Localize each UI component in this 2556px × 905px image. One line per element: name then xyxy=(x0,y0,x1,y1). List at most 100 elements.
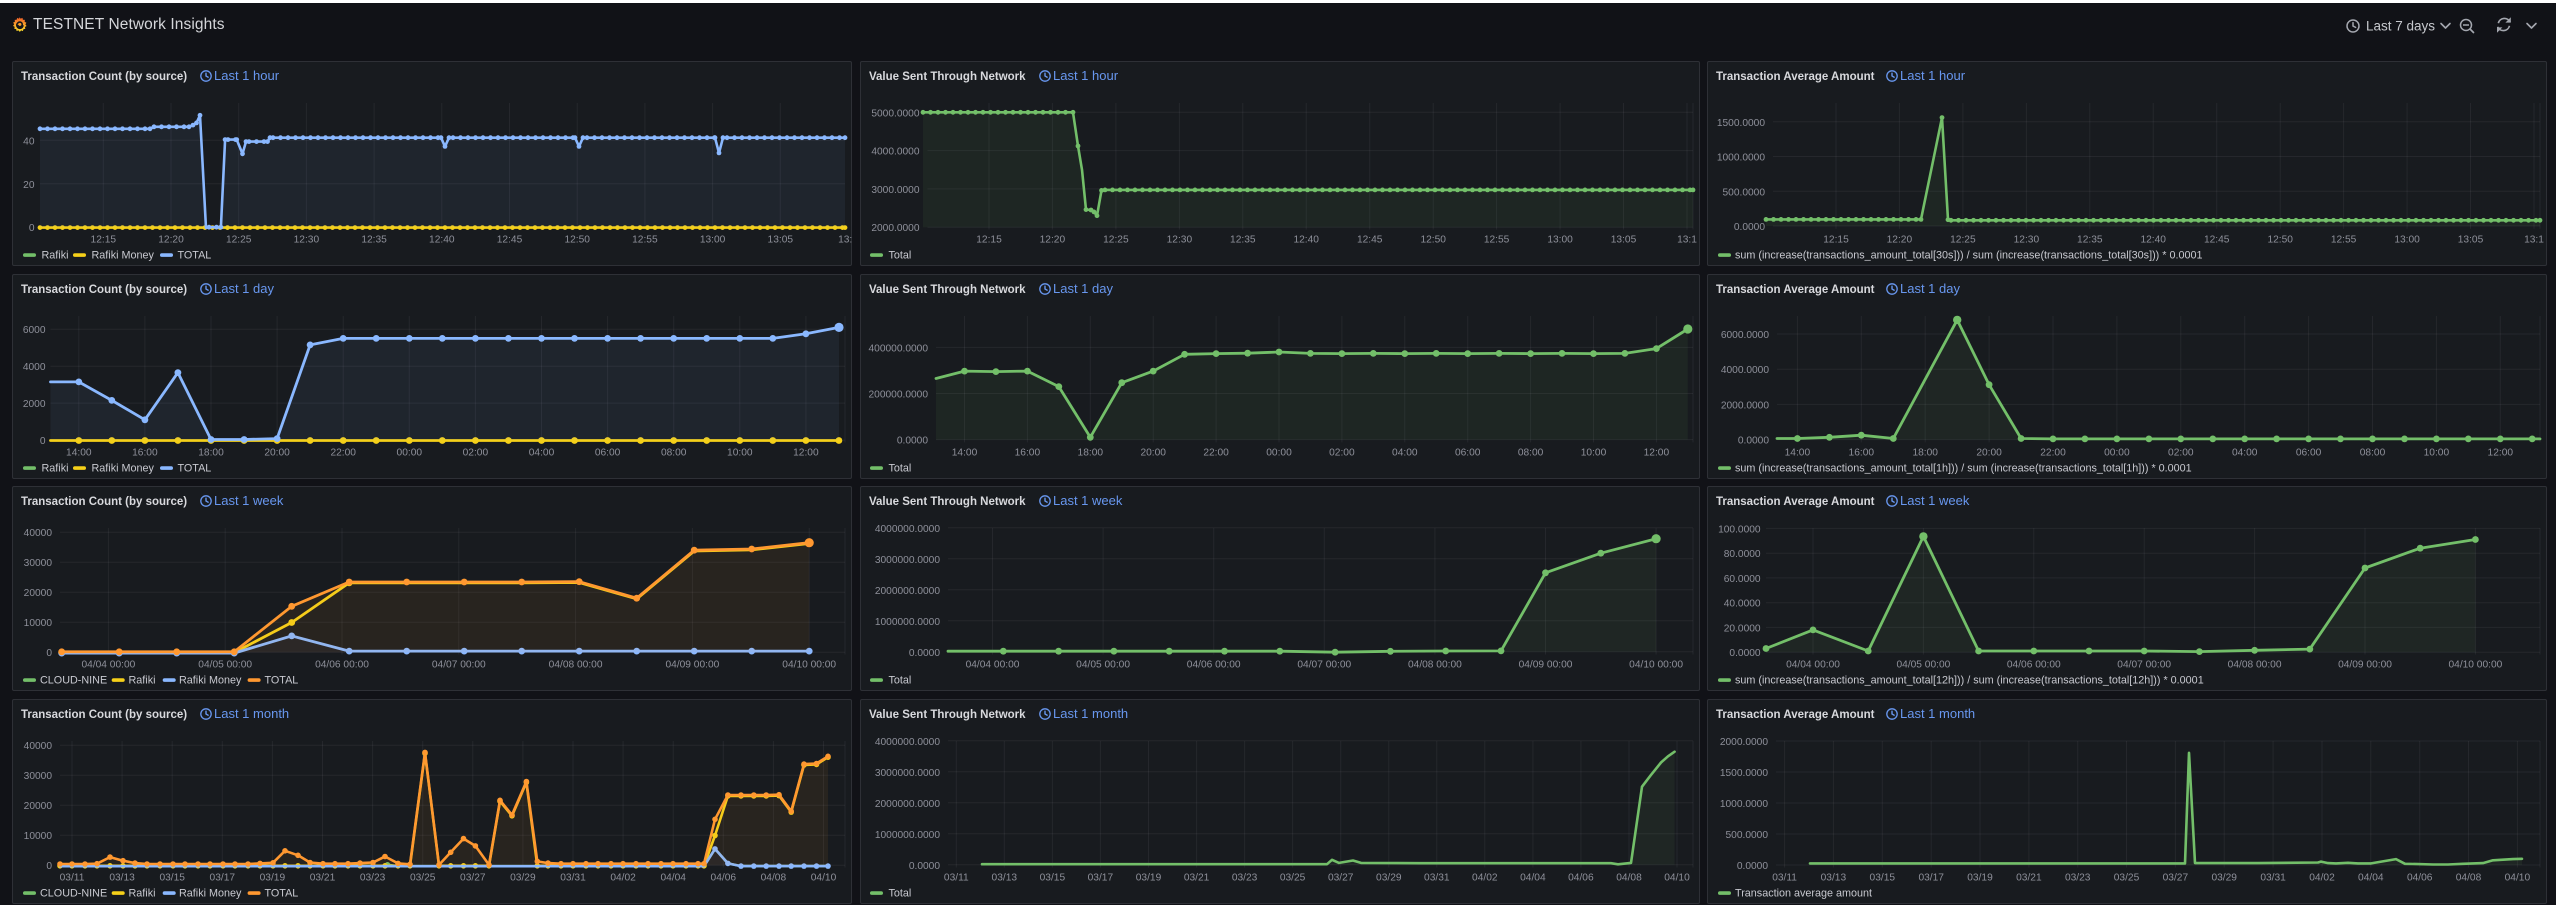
svg-text:04/10 00:00: 04/10 00:00 xyxy=(2448,660,2502,671)
svg-text:03/11: 03/11 xyxy=(60,873,85,884)
svg-text:22:00: 22:00 xyxy=(330,448,356,459)
svg-text:1500.0000: 1500.0000 xyxy=(1720,768,1768,779)
svg-text:04/08 00:00: 04/08 00:00 xyxy=(1408,660,1462,671)
svg-text:40000: 40000 xyxy=(24,528,53,539)
svg-text:04/06 00:00: 04/06 00:00 xyxy=(1187,660,1241,671)
svg-text:03/23: 03/23 xyxy=(2065,873,2091,884)
svg-text:Last 1 week: Last 1 week xyxy=(214,493,284,508)
svg-text:03/29: 03/29 xyxy=(1376,873,1402,884)
svg-text:Total: Total xyxy=(889,462,912,474)
svg-text:500.0000: 500.0000 xyxy=(1726,830,1769,841)
svg-text:03/17: 03/17 xyxy=(1918,873,1944,884)
svg-text:14:00: 14:00 xyxy=(1785,448,1811,459)
svg-text:200000.0000: 200000.0000 xyxy=(869,390,929,401)
svg-text:0: 0 xyxy=(29,223,35,234)
svg-text:400000.0000: 400000.0000 xyxy=(869,343,929,354)
svg-text:Value Sent Through Network: Value Sent Through Network xyxy=(869,496,1026,508)
svg-text:04/10 00:00: 04/10 00:00 xyxy=(1629,660,1683,671)
svg-text:03/17: 03/17 xyxy=(1088,873,1114,884)
svg-text:03/21: 03/21 xyxy=(310,873,336,884)
svg-text:3000000.0000: 3000000.0000 xyxy=(875,555,940,566)
svg-text:03/11: 03/11 xyxy=(1772,873,1797,884)
svg-text:03/15: 03/15 xyxy=(159,873,185,884)
svg-text:12:45: 12:45 xyxy=(2204,235,2230,246)
svg-text:Rafiki: Rafiki xyxy=(42,462,69,474)
svg-text:sum (increase(transactions_amo: sum (increase(transactions_amount_total[… xyxy=(1735,462,2192,474)
svg-text:3000.0000: 3000.0000 xyxy=(871,185,919,196)
svg-text:20:00: 20:00 xyxy=(264,448,290,459)
svg-text:4000000.0000: 4000000.0000 xyxy=(875,737,940,748)
svg-text:Transaction average amount: Transaction average amount xyxy=(1735,887,1872,899)
svg-text:Last 1 week: Last 1 week xyxy=(1053,493,1123,508)
svg-text:04/05 00:00: 04/05 00:00 xyxy=(198,660,252,671)
svg-text:12:00: 12:00 xyxy=(793,448,819,459)
svg-text:04/10 00:00: 04/10 00:00 xyxy=(782,660,836,671)
svg-text:04:00: 04:00 xyxy=(2232,448,2258,459)
svg-text:06:00: 06:00 xyxy=(1455,448,1481,459)
svg-text:03/31: 03/31 xyxy=(2260,873,2286,884)
svg-text:02:00: 02:00 xyxy=(2168,448,2194,459)
svg-text:0.0000: 0.0000 xyxy=(909,861,940,872)
svg-text:04/06: 04/06 xyxy=(1568,873,1594,884)
svg-text:04/09 00:00: 04/09 00:00 xyxy=(1519,660,1573,671)
svg-text:02:00: 02:00 xyxy=(1329,448,1355,459)
svg-text:12:15: 12:15 xyxy=(91,235,117,246)
svg-text:13:05: 13:05 xyxy=(768,235,794,246)
svg-text:12:15: 12:15 xyxy=(976,235,1002,246)
svg-text:04/04 00:00: 04/04 00:00 xyxy=(1786,660,1840,671)
svg-text:12:45: 12:45 xyxy=(497,235,523,246)
svg-text:TOTAL: TOTAL xyxy=(178,249,212,261)
svg-text:Transaction Average Amount: Transaction Average Amount xyxy=(1716,496,1875,508)
svg-text:12:55: 12:55 xyxy=(632,235,658,246)
svg-text:Last 1 day: Last 1 day xyxy=(1053,281,1113,296)
svg-text:13:05: 13:05 xyxy=(1611,235,1637,246)
svg-text:03/29: 03/29 xyxy=(510,873,536,884)
svg-text:03/27: 03/27 xyxy=(2163,873,2189,884)
svg-text:04/04: 04/04 xyxy=(660,873,686,884)
svg-text:12:35: 12:35 xyxy=(361,235,387,246)
svg-text:03/15: 03/15 xyxy=(1870,873,1896,884)
svg-text:08:00: 08:00 xyxy=(1518,448,1544,459)
svg-text:20.0000: 20.0000 xyxy=(1724,623,1761,634)
svg-text:10:00: 10:00 xyxy=(2424,448,2450,459)
svg-text:0.0000: 0.0000 xyxy=(1737,861,1768,872)
svg-text:03/13: 03/13 xyxy=(992,873,1018,884)
svg-text:0.0000: 0.0000 xyxy=(1729,648,1760,659)
svg-text:08:00: 08:00 xyxy=(2360,448,2386,459)
svg-text:0.0000: 0.0000 xyxy=(1738,436,1769,447)
svg-text:Transaction Count (by source): Transaction Count (by source) xyxy=(21,284,187,296)
svg-text:12:20: 12:20 xyxy=(1040,235,1066,246)
svg-text:Value Sent Through Network: Value Sent Through Network xyxy=(869,71,1026,83)
svg-text:04/08: 04/08 xyxy=(761,873,787,884)
svg-text:13:00: 13:00 xyxy=(1547,235,1573,246)
svg-text:12:20: 12:20 xyxy=(1887,235,1913,246)
svg-text:12:25: 12:25 xyxy=(226,235,252,246)
svg-text:Rafiki Money: Rafiki Money xyxy=(92,249,155,261)
svg-text:03/19: 03/19 xyxy=(1136,873,1162,884)
svg-text:04/06 00:00: 04/06 00:00 xyxy=(2007,660,2061,671)
svg-text:12:40: 12:40 xyxy=(2140,235,2166,246)
svg-text:CLOUD-NINE: CLOUD-NINE xyxy=(40,887,107,899)
svg-text:30000: 30000 xyxy=(24,771,53,782)
svg-text:0.0000: 0.0000 xyxy=(1734,222,1765,233)
svg-text:13:1: 13:1 xyxy=(838,235,853,246)
svg-text:4000.0000: 4000.0000 xyxy=(871,147,919,158)
svg-text:06:00: 06:00 xyxy=(595,448,621,459)
svg-text:04/02: 04/02 xyxy=(2309,873,2335,884)
svg-text:Last 1 month: Last 1 month xyxy=(1053,706,1128,721)
svg-text:08:00: 08:00 xyxy=(661,448,687,459)
svg-text:18:00: 18:00 xyxy=(1078,448,1104,459)
svg-text:22:00: 22:00 xyxy=(1203,448,1229,459)
svg-text:14:00: 14:00 xyxy=(952,448,978,459)
svg-text:Last 1 hour: Last 1 hour xyxy=(1053,68,1119,83)
svg-text:4000000.0000: 4000000.0000 xyxy=(875,524,940,535)
svg-text:30000: 30000 xyxy=(24,558,53,569)
svg-text:20: 20 xyxy=(23,180,35,191)
svg-text:10000: 10000 xyxy=(24,831,53,842)
svg-text:80.0000: 80.0000 xyxy=(1724,549,1761,560)
svg-text:6000: 6000 xyxy=(23,325,46,336)
svg-text:4000: 4000 xyxy=(23,362,46,373)
svg-text:03/25: 03/25 xyxy=(410,873,436,884)
svg-text:6000.0000: 6000.0000 xyxy=(1721,330,1769,341)
svg-text:2000.0000: 2000.0000 xyxy=(1720,737,1768,748)
